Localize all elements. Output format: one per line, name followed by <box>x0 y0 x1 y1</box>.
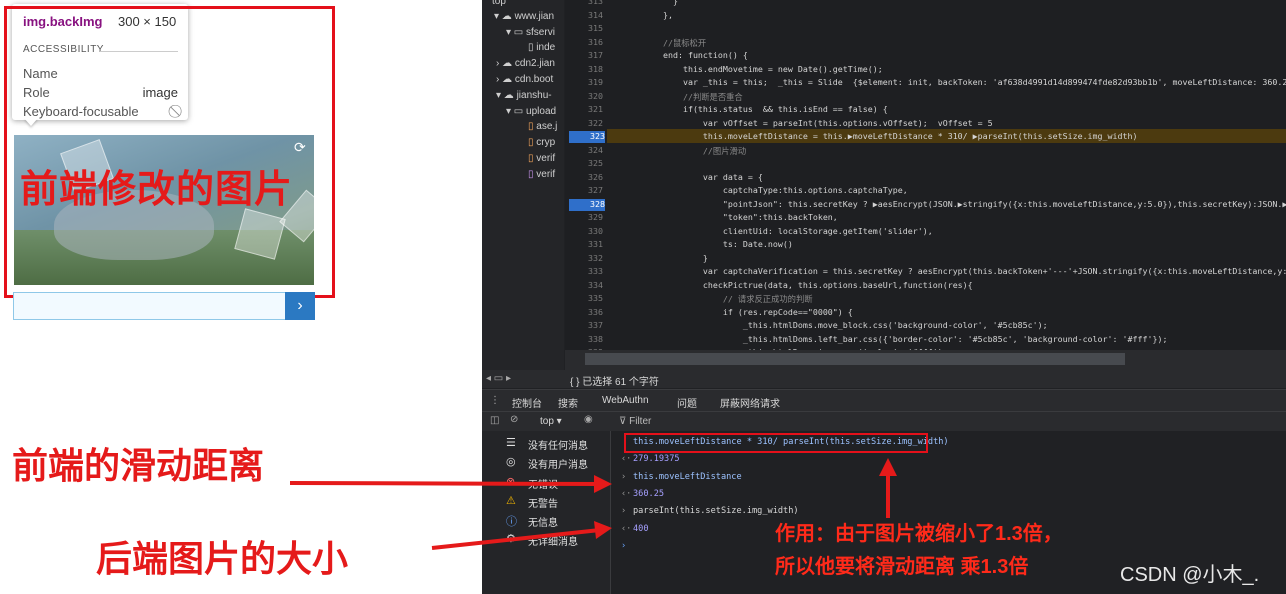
annotation-backend-size: 后端图片的大小 <box>96 538 349 579</box>
note-line: 所以他要将滑动距离 乘1.3倍 <box>775 556 1029 578</box>
arrow-to-distance <box>289 481 601 486</box>
arrow-to-width <box>431 528 601 550</box>
annotation-explanation: 作用：由于图片被缩小了1.3倍， 所以他要将滑动距离 乘1.3倍 <box>775 518 1063 584</box>
arrowhead <box>594 521 612 539</box>
arrowhead <box>594 475 612 493</box>
watermark: CSDN @小木_. <box>1120 564 1260 586</box>
note-line: 作用：由于图片被缩小了1.3倍， <box>775 523 1063 545</box>
arrowhead <box>879 458 897 476</box>
annotation-arrows <box>289 458 897 550</box>
annotation-front-distance: 前端的滑动距离 <box>12 445 265 486</box>
